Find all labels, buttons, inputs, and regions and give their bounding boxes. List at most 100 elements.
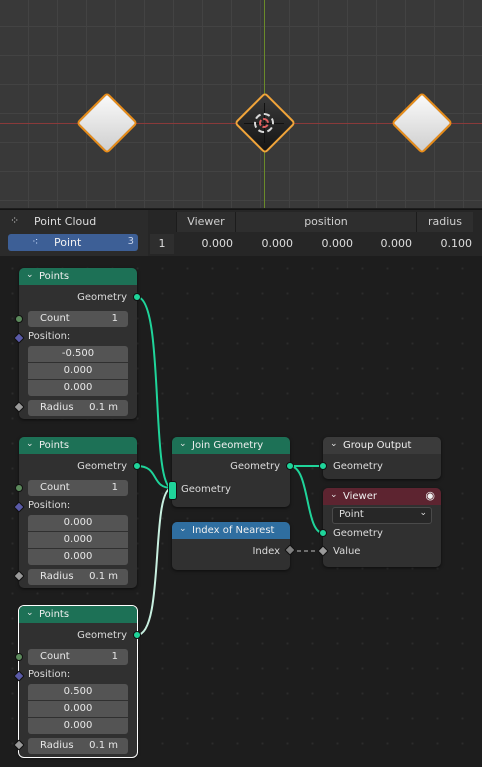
position-label: Position:	[28, 669, 71, 680]
radius-value: 0.1 m	[89, 740, 118, 751]
chevron-down-icon[interactable]: ⌄	[330, 490, 338, 500]
join-geometry-node[interactable]: ⌄ Join Geometry Geometry Geometry	[172, 437, 290, 507]
node-editor[interactable]: ⌄ Points Geometry Count 1 Position: -0.5…	[0, 256, 482, 767]
position-y-field[interactable]: 0.000	[28, 532, 128, 548]
count-label: Count	[40, 651, 70, 662]
position-y-value: 0.000	[63, 703, 93, 714]
position-x-field[interactable]: 0.500	[28, 684, 128, 700]
count-field[interactable]: Count 1	[28, 649, 128, 665]
point-domain-row[interactable]: ⁖ Point 3	[8, 234, 138, 251]
output-label: Geometry	[77, 461, 127, 472]
count-field[interactable]: Count 1	[28, 480, 128, 496]
group-output-geometry-socket[interactable]	[319, 462, 327, 470]
input-label: Geometry	[181, 484, 231, 495]
output-label: Index	[252, 546, 280, 557]
viewer-header[interactable]: ⌄ Viewer ◉	[323, 488, 441, 505]
column-header-position[interactable]: position	[235, 212, 416, 232]
output-label: Geometry	[77, 630, 127, 641]
position-z-field[interactable]: 0.000	[28, 718, 128, 734]
cell-viewer: 0.000	[201, 237, 234, 250]
position-y-value: 0.000	[63, 534, 93, 545]
points-node-2[interactable]: ⌄ Points Geometry Count 1 Position: 0.00…	[19, 437, 137, 588]
radius-field[interactable]: Radius 0.1 m	[28, 400, 128, 416]
position-x-field[interactable]: 0.000	[28, 515, 128, 531]
cell-position-y: 0.000	[321, 237, 354, 250]
radius-value: 0.1 m	[89, 571, 118, 582]
index-of-nearest-header[interactable]: ⌄ Index of Nearest	[172, 522, 290, 539]
eye-icon[interactable]: ◉	[425, 489, 435, 502]
viewer-geometry-socket[interactable]	[319, 529, 327, 537]
node-title: Points	[39, 271, 70, 282]
position-z-field[interactable]: 0.000	[28, 380, 128, 396]
count-label: Count	[40, 313, 70, 324]
domain-label: Point Cloud	[34, 215, 97, 228]
points3-geometry-output-socket[interactable]	[133, 631, 141, 639]
node-title: Viewer	[343, 491, 377, 502]
points-node-3[interactable]: ⌄ Points Geometry Count 1 Position: 0.50…	[18, 605, 138, 758]
index-of-nearest-node[interactable]: ⌄ Index of Nearest Index	[172, 522, 290, 570]
points-node-1-header[interactable]: ⌄ Points	[19, 268, 137, 285]
position-x-value: 0.500	[63, 686, 93, 697]
input-label: Geometry	[333, 461, 383, 472]
point-mesh-left[interactable]	[75, 91, 139, 155]
position-z-value: 0.000	[63, 551, 93, 562]
link-join-viewer	[289, 465, 324, 534]
points2-count-socket[interactable]	[15, 484, 23, 492]
chevron-down-icon: ⌄	[419, 508, 427, 518]
count-field[interactable]: Count 1	[28, 311, 128, 327]
points-node-2-header[interactable]: ⌄ Points	[19, 437, 137, 454]
join-geometry-multi-input-socket[interactable]	[168, 481, 177, 500]
position-x-value: 0.000	[63, 517, 93, 528]
node-title: Index of Nearest	[192, 525, 275, 536]
join-geometry-header[interactable]: ⌄ Join Geometry	[172, 437, 290, 454]
viewer-node[interactable]: ⌄ Viewer ◉ Point ⌄ Geometry Value	[323, 488, 441, 567]
group-output-node[interactable]: ⌄ Group Output Geometry	[323, 437, 441, 479]
node-title: Points	[39, 609, 70, 620]
domain-dropdown[interactable]: Point ⌄	[332, 507, 432, 524]
chevron-down-icon[interactable]: ⌄	[26, 270, 34, 280]
points3-count-socket[interactable]	[15, 653, 23, 661]
count-value: 1	[111, 651, 118, 662]
node-title: Group Output	[343, 440, 412, 451]
count-value: 1	[111, 313, 118, 324]
cell-radius: 0.100	[440, 237, 473, 250]
column-header-radius[interactable]: radius	[416, 212, 473, 232]
chevron-down-icon[interactable]: ⌄	[330, 439, 338, 449]
3d-cursor-icon[interactable]	[254, 113, 274, 133]
join-geometry-output-socket[interactable]	[286, 462, 294, 470]
group-output-header[interactable]: ⌄ Group Output	[323, 437, 441, 454]
radius-field[interactable]: Radius 0.1 m	[28, 738, 128, 754]
points-node-3-header[interactable]: ⌄ Points	[19, 606, 137, 623]
position-x-field[interactable]: -0.500	[28, 346, 128, 362]
cell-position-z: 0.000	[380, 237, 413, 250]
radius-label: Radius	[40, 402, 74, 413]
count-value: 1	[111, 482, 118, 493]
point-mesh-right[interactable]	[390, 91, 454, 155]
count-label: Count	[40, 482, 70, 493]
chevron-down-icon[interactable]: ⌄	[179, 439, 187, 449]
points1-count-socket[interactable]	[15, 315, 23, 323]
chevron-down-icon[interactable]: ⌄	[26, 439, 34, 449]
points2-geometry-output-socket[interactable]	[133, 462, 141, 470]
position-z-field[interactable]: 0.000	[28, 549, 128, 565]
position-z-value: 0.000	[63, 720, 93, 731]
point-domain-icon: ⁖	[32, 235, 39, 248]
chevron-down-icon[interactable]: ⌄	[179, 524, 187, 534]
points1-geometry-output-socket[interactable]	[133, 293, 141, 301]
position-y-field[interactable]: 0.000	[28, 701, 128, 717]
position-x-value: -0.500	[61, 348, 95, 359]
position-y-field[interactable]: 0.000	[28, 363, 128, 379]
3d-viewport[interactable]	[0, 0, 482, 208]
radius-label: Radius	[40, 740, 74, 751]
link-points3-join	[136, 487, 173, 636]
points-node-1[interactable]: ⌄ Points Geometry Count 1 Position: -0.5…	[19, 268, 137, 419]
chevron-down-icon[interactable]: ⌄	[26, 608, 34, 618]
input-geometry-label: Geometry	[333, 528, 383, 539]
radius-label: Radius	[40, 571, 74, 582]
column-header-viewer[interactable]: Viewer	[176, 212, 235, 232]
radius-field[interactable]: Radius 0.1 m	[28, 569, 128, 585]
position-z-value: 0.000	[63, 382, 93, 393]
domain-dropdown-value: Point	[339, 509, 364, 520]
radius-value: 0.1 m	[89, 402, 118, 413]
position-y-value: 0.000	[63, 365, 93, 376]
